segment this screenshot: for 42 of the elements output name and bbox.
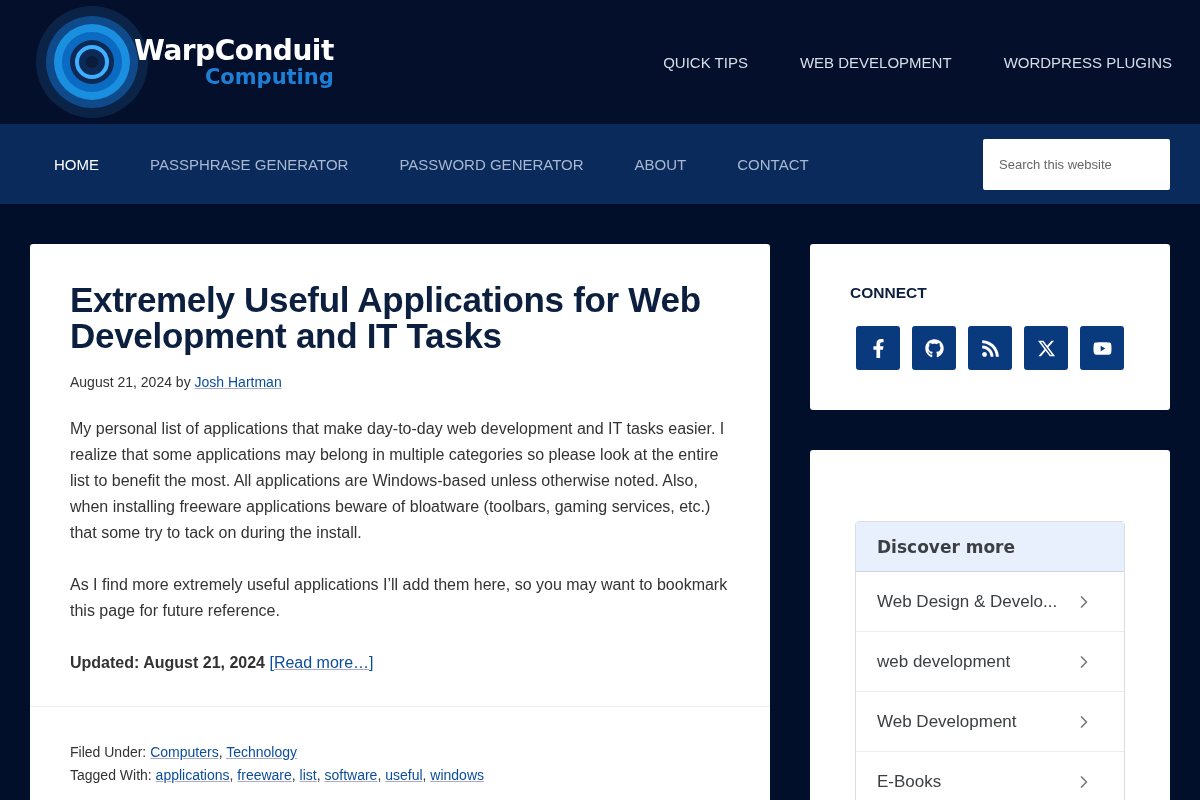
search-field[interactable]: Search this website [983,138,1170,190]
taxonomy-link[interactable]: applications [155,767,230,783]
taxonomy-link[interactable]: useful [385,767,423,783]
top-nav-link[interactable]: QUICK TIPS [663,53,748,71]
nav-link[interactable]: ABOUT [634,155,687,173]
nav-link[interactable]: CONTACT [737,155,809,173]
taxonomy-link[interactable]: windows [430,767,485,783]
taxonomy-link[interactable]: freeware [237,767,292,783]
rss-icon [980,338,1000,358]
nav-link[interactable]: PASSPHRASE GENERATOR [150,155,349,173]
top-nav-link[interactable]: WORDPRESS PLUGINS [1003,53,1172,71]
read-more-link[interactable]: [Read more…] [269,654,374,671]
github-icon [924,338,944,358]
article-paragraph: As I find more extremely useful applications I’ll add them here, so you may want to bookmark this page for future reference. [70,575,729,621]
logo-tagline: Computing [204,66,334,88]
discover-item[interactable]: Web Development [856,692,1124,752]
tagged-with-line: Tagged With: applications, freeware, list, software, useful, windows [70,766,486,785]
taxonomy-link[interactable]: software [324,767,378,783]
filed-under-line: Filed Under: Computers, Technology [70,743,298,762]
taxonomy-link[interactable]: Computers [150,744,219,760]
article-title: Extremely Useful Applications for Web Development and IT Tasks [70,282,702,354]
discover-item[interactable]: E-Books [856,752,1124,800]
author-link[interactable]: Josh Hartman [194,374,282,390]
article-meta: August 21, 2024 by Josh Hartman [70,374,283,390]
top-nav-link[interactable]: WEB DEVELOPMENT [799,53,952,71]
logo-name: WarpConduit [134,36,334,65]
discover-item[interactable]: web development [856,632,1124,692]
updated-line: Updated: August 21, 2024 [Read more…] [70,653,375,673]
discover-title: Discover more [877,536,1016,557]
social-button[interactable] [856,326,900,370]
article-paragraph: My personal list of applications that make day-to-day web development and IT tasks easier. I realize that some applications may belong in multiple categories so please look at the entire list to benefit the most. All applications are Windows-based unless otherwise noted. Also, when installing freeware applications beware of bloatware (toolbars, gaming services, etc.) that some try to tack on during the install. [70,419,726,543]
discover-item[interactable]: Web Design & Develo... [856,572,1124,632]
social-button[interactable] [1080,326,1124,370]
taxonomy-link[interactable]: Technology [226,744,297,760]
nav-link[interactable]: HOME [54,155,99,173]
social-button[interactable] [1024,326,1068,370]
connect-title: CONNECT [850,284,928,302]
nav-link[interactable]: PASSWORD GENERATOR [399,155,584,173]
social-button[interactable] [968,326,1012,370]
social-button[interactable] [912,326,956,370]
taxonomy-link[interactable]: list [299,767,317,783]
x-icon [1036,338,1056,358]
